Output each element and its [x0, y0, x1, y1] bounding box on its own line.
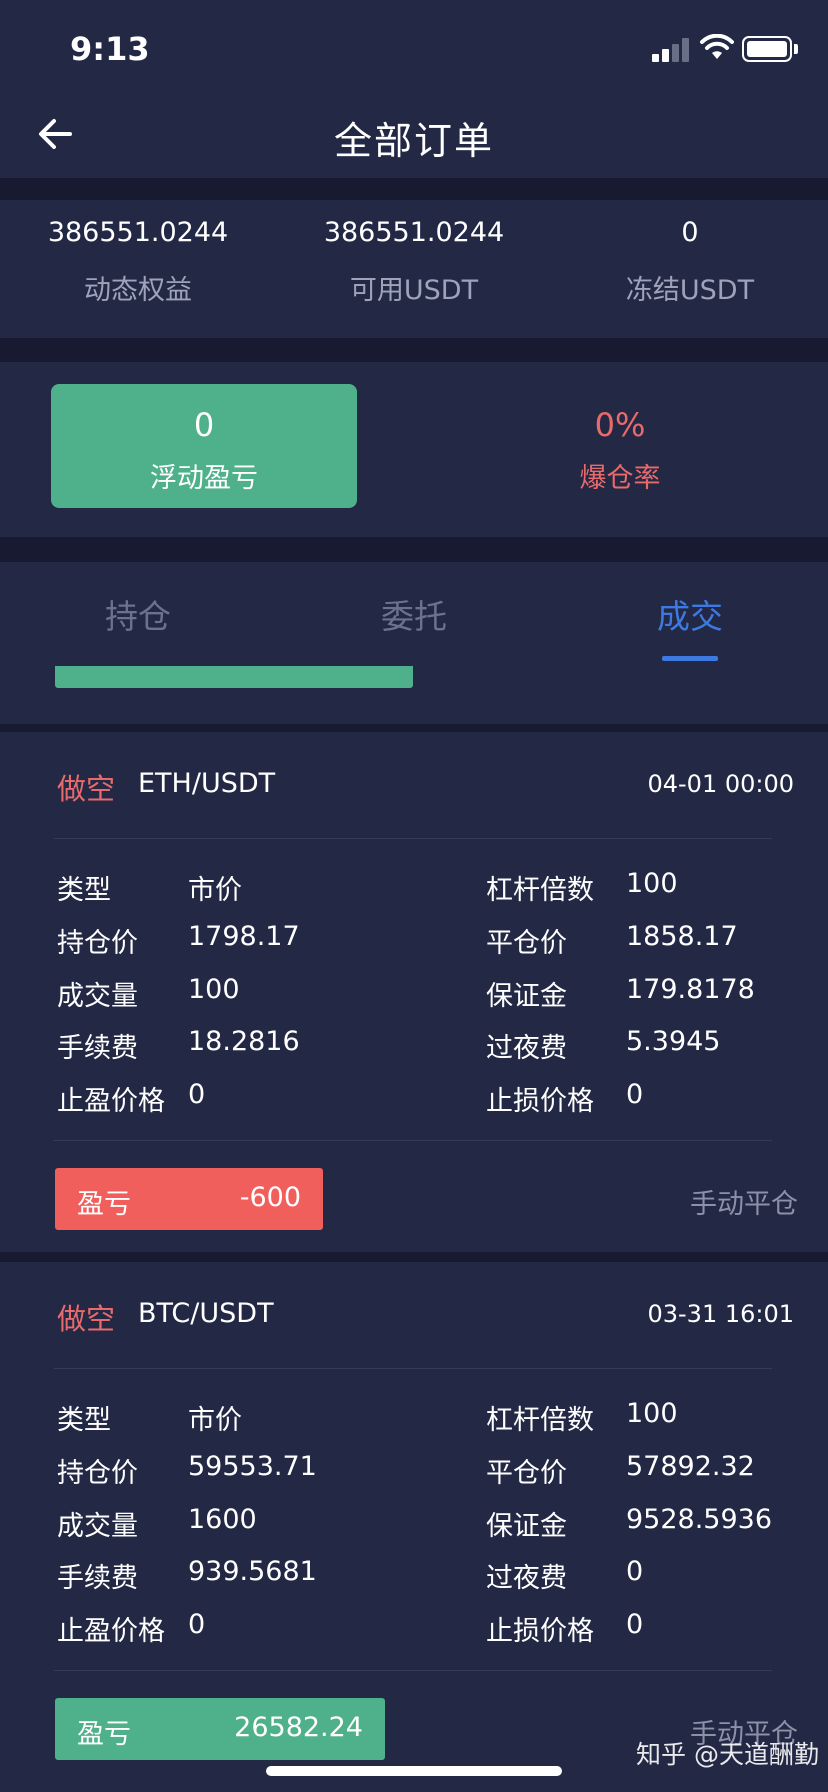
- order-direction: 做空: [57, 1302, 116, 1336]
- field-label: 止损价格: [486, 1616, 594, 1647]
- home-indicator[interactable]: [266, 1766, 562, 1776]
- field-label: 杠杆倍数: [486, 875, 594, 906]
- field-value: 1600: [188, 1504, 257, 1535]
- order-tabs: 持仓 委托 成交: [0, 562, 828, 666]
- field-value: 0: [626, 1609, 644, 1640]
- pnl-badge: 盈亏 -600: [55, 1168, 323, 1230]
- field-value: 市价: [188, 1405, 242, 1436]
- stat-value: 386551.0244: [47, 217, 229, 248]
- field-value: 0: [188, 1079, 206, 1110]
- floating-pnl-value: 0: [193, 406, 215, 444]
- field-label: 成交量: [57, 1511, 138, 1542]
- stat-label: 可用USDT: [349, 275, 479, 306]
- field-value: 100: [626, 1398, 678, 1429]
- cellular-signal-icon: [652, 36, 690, 62]
- field-value: 179.8178: [626, 974, 755, 1005]
- card-separator: [54, 838, 772, 839]
- field-value: 市价: [188, 875, 242, 906]
- order-pair: ETH/USDT: [138, 768, 276, 799]
- field-value: 57892.32: [626, 1451, 755, 1482]
- field-label: 保证金: [486, 1511, 567, 1542]
- section-divider: [0, 537, 828, 562]
- field-label: 手续费: [57, 1033, 138, 1064]
- field-label: 类型: [57, 1405, 111, 1436]
- card-separator: [54, 1670, 772, 1671]
- stat-label: 动态权益: [84, 275, 192, 306]
- previous-order-card-partial: [0, 666, 828, 724]
- section-divider: [0, 178, 828, 200]
- page-title: 全部订单: [333, 119, 494, 163]
- field-label: 类型: [57, 875, 111, 906]
- field-label: 止盈价格: [57, 1086, 165, 1117]
- field-value: 939.5681: [188, 1556, 317, 1587]
- field-value: 100: [626, 868, 678, 899]
- active-tab-indicator: [662, 656, 718, 661]
- section-divider: [0, 338, 828, 362]
- card-divider: [0, 724, 828, 732]
- stat-value: 0: [681, 217, 699, 248]
- floating-pnl-box: 0 浮动盈亏: [51, 384, 357, 508]
- order-direction: 做空: [57, 772, 116, 806]
- card-separator: [54, 1368, 772, 1369]
- status-time: 9:13: [70, 30, 150, 68]
- liquidation-rate-label: 爆仓率: [579, 463, 661, 494]
- account-stats: 386551.0244 动态权益 386551.0244 可用USDT 0 冻结…: [0, 200, 828, 338]
- tab-positions[interactable]: 持仓: [0, 590, 276, 638]
- stat-label: 冻结USDT: [625, 275, 755, 306]
- field-label: 手续费: [57, 1563, 138, 1594]
- battery-icon: [742, 36, 792, 62]
- close-type: 手动平仓: [690, 1189, 798, 1220]
- field-label: 成交量: [57, 981, 138, 1012]
- tab-trades[interactable]: 成交: [552, 590, 828, 638]
- field-value: 100: [188, 974, 240, 1005]
- field-value: 59553.71: [188, 1451, 317, 1482]
- order-card[interactable]: 做空 ETH/USDT 04-01 00:00 类型 市价 杠杆倍数 100 持…: [0, 732, 828, 1252]
- field-value: 1798.17: [188, 921, 300, 952]
- card-divider: [0, 1252, 828, 1262]
- field-label: 过夜费: [486, 1563, 567, 1594]
- field-label: 平仓价: [486, 1458, 567, 1489]
- field-label: 杠杆倍数: [486, 1405, 594, 1436]
- order-datetime: 04-01 00:00: [647, 770, 794, 798]
- pnl-badge-label: 盈亏: [77, 1189, 131, 1220]
- field-value: 0: [188, 1609, 206, 1640]
- tab-orders[interactable]: 委托: [276, 590, 552, 638]
- pnl-badge: 盈亏 26582.24: [55, 1698, 385, 1760]
- field-value: 9528.5936: [626, 1504, 773, 1535]
- order-datetime: 03-31 16:01: [647, 1300, 794, 1328]
- watermark-text: 知乎 @天道酬勤: [636, 1740, 819, 1769]
- status-bar: 9:13: [0, 0, 828, 90]
- field-label: 持仓价: [57, 1458, 138, 1489]
- nav-header: 全部订单: [0, 90, 828, 178]
- stat-value: 386551.0244: [323, 217, 505, 248]
- stat-frozen-usdt: 0 冻结USDT: [552, 200, 828, 307]
- pnl-section: 0 浮动盈亏 0% 爆仓率: [0, 362, 828, 537]
- order-pair: BTC/USDT: [138, 1298, 274, 1329]
- pnl-badge: [55, 666, 413, 688]
- order-card[interactable]: 做空 BTC/USDT 03-31 16:01 类型 市价 杠杆倍数 100 持…: [0, 1262, 828, 1792]
- battery-tip: [794, 44, 798, 54]
- field-label: 止损价格: [486, 1086, 594, 1117]
- stat-available-usdt: 386551.0244 可用USDT: [276, 200, 552, 307]
- field-label: 过夜费: [486, 1033, 567, 1064]
- pnl-badge-value: 26582.24: [234, 1712, 363, 1743]
- liquidation-rate: 0% 爆仓率: [470, 384, 770, 495]
- field-label: 止盈价格: [57, 1616, 165, 1647]
- card-separator: [54, 1140, 772, 1141]
- field-label: 保证金: [486, 981, 567, 1012]
- field-label: 持仓价: [57, 928, 138, 959]
- pnl-badge-value: -600: [239, 1182, 301, 1213]
- field-value: 0: [626, 1079, 644, 1110]
- liquidation-rate-value: 0%: [594, 406, 646, 444]
- field-label: 平仓价: [486, 928, 567, 959]
- floating-pnl-label: 浮动盈亏: [150, 463, 258, 494]
- stat-dynamic-equity: 386551.0244 动态权益: [0, 200, 276, 307]
- field-value: 5.3945: [626, 1026, 721, 1057]
- field-value: 1858.17: [626, 921, 738, 952]
- field-value: 0: [626, 1556, 644, 1587]
- pnl-badge-label: 盈亏: [77, 1719, 131, 1750]
- field-value: 18.2816: [188, 1026, 300, 1057]
- wifi-icon: [700, 34, 734, 59]
